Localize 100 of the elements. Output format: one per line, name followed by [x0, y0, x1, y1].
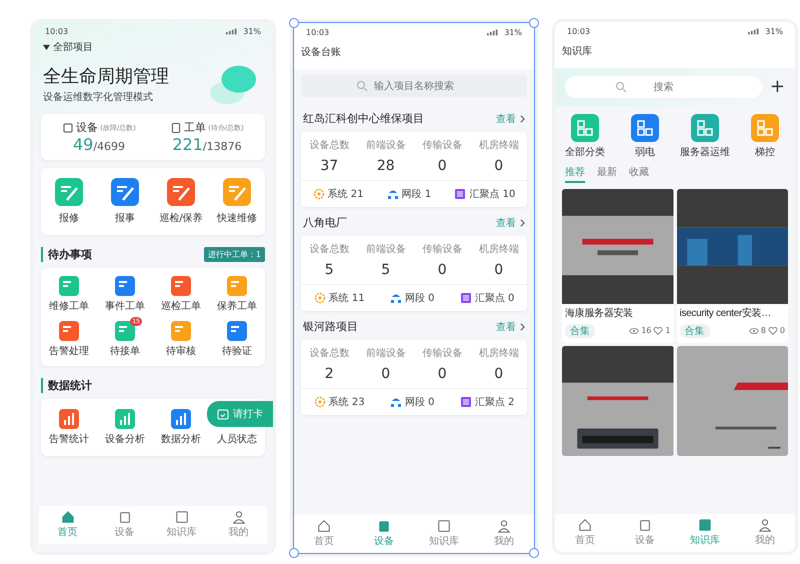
- resize-handle[interactable]: [529, 18, 539, 28]
- network-icon: [390, 396, 402, 408]
- stats-item[interactable]: 人员状态: [217, 432, 257, 446]
- section-title: 数据统计: [48, 378, 92, 393]
- search-icon: [615, 81, 627, 93]
- task-item[interactable]: 保养工单: [217, 299, 257, 313]
- resize-handle[interactable]: [289, 548, 299, 558]
- summary-text: 系统 23: [328, 396, 365, 409]
- tab-item[interactable]: 我的: [735, 518, 795, 547]
- stat-value: 5: [324, 262, 334, 278]
- tab-item[interactable]: 首页: [294, 519, 354, 548]
- gear-icon: [314, 396, 326, 408]
- stat-value: 221/13876: [172, 135, 242, 154]
- task-item[interactable]: 待接单: [110, 344, 140, 358]
- home-icon: [60, 510, 74, 524]
- project-name: 红岛汇科创中心维保项目: [303, 111, 424, 126]
- status-time: 10:03: [306, 28, 330, 37]
- category-item[interactable]: 全部分类: [565, 145, 605, 159]
- tab-item[interactable]: 知识库: [414, 519, 474, 548]
- quick-action[interactable]: 巡检/保养: [159, 211, 203, 225]
- stat-label: 设备: [76, 120, 98, 135]
- search-field[interactable]: 输入项目名称搜索: [301, 75, 527, 97]
- search-field[interactable]: 搜索: [565, 76, 762, 98]
- filter-tab[interactable]: 收藏: [629, 165, 649, 183]
- like-count: 0: [780, 326, 785, 335]
- stats-item[interactable]: 告警统计: [49, 432, 89, 446]
- box-icon: [377, 519, 391, 533]
- stats-item[interactable]: 数据分析: [161, 432, 201, 446]
- stat-value: 0: [438, 158, 447, 174]
- task-item[interactable]: 告警处理: [49, 344, 89, 358]
- person-icon: [497, 519, 511, 533]
- person-icon: [758, 518, 772, 532]
- stat-label: 设备总数: [309, 138, 350, 152]
- box-icon: [118, 510, 132, 524]
- chevron-icon: [520, 114, 525, 122]
- tab-item[interactable]: 知识库: [153, 510, 210, 539]
- gear-icon: [314, 292, 326, 304]
- article-title: 海康服务器安装: [565, 308, 634, 320]
- stat-value: 0: [381, 366, 390, 382]
- project-name: 银河路项目: [303, 319, 358, 334]
- article-card[interactable]: 海康服务器安装 合集 16 1: [562, 189, 674, 342]
- task-item[interactable]: 事件工单: [105, 299, 145, 313]
- stat-label: 机房终端: [478, 346, 519, 360]
- stat-value: 0: [494, 158, 504, 174]
- task-item[interactable]: 巡检工单: [161, 299, 201, 313]
- stat-value: 0: [438, 262, 447, 278]
- add-button[interactable]: +: [770, 78, 785, 96]
- quick-action[interactable]: 快速维修: [217, 211, 257, 225]
- category-item[interactable]: 梯控: [755, 145, 775, 159]
- task-item[interactable]: 待验证: [222, 344, 252, 358]
- tab-item[interactable]: 设备: [615, 518, 675, 547]
- stat-value: 49/4699: [72, 135, 126, 154]
- stat-value: 0: [438, 366, 447, 382]
- summary-text: 网段 0: [404, 396, 434, 409]
- tab-item[interactable]: 我的: [210, 510, 267, 539]
- summary-text: 系统 21: [328, 188, 364, 201]
- eye-icon: [629, 326, 640, 336]
- tab-item[interactable]: 首页: [555, 518, 615, 547]
- project-selector[interactable]: 全部项目: [53, 40, 93, 54]
- category-item[interactable]: 弱电: [635, 145, 655, 159]
- stat-label: 机房终端: [478, 138, 519, 152]
- stat-label: 传输设备: [422, 139, 462, 152]
- eye-icon: [748, 326, 759, 336]
- stat-label: 设备总数: [309, 346, 350, 360]
- battery-level: 31%: [243, 27, 261, 36]
- stat-value: 5: [381, 262, 390, 278]
- list-icon: [460, 396, 472, 408]
- stat-value: 0: [494, 366, 504, 382]
- status-time: 10:03: [45, 27, 68, 36]
- chevron-icon: [520, 218, 525, 226]
- gear-icon: [312, 188, 325, 200]
- quick-action[interactable]: 报修: [59, 211, 79, 225]
- battery-level: 31%: [504, 28, 522, 37]
- task-item[interactable]: 待审核: [166, 344, 196, 358]
- summary-text: 汇聚点 2: [474, 396, 514, 409]
- filter-tab[interactable]: 最新: [597, 165, 617, 183]
- tab-item[interactable]: 我的: [474, 519, 534, 548]
- status-badge: 进行中工单：1: [204, 247, 265, 262]
- article-card[interactable]: isecurity center安装… 合集 8 0: [676, 189, 788, 342]
- tab-item[interactable]: 设备: [96, 510, 153, 539]
- page-title: 知识库: [555, 38, 795, 68]
- stat-label: 传输设备: [422, 347, 462, 360]
- category-item[interactable]: 服务器运维: [680, 145, 730, 159]
- stat-label: 设备总数: [309, 242, 350, 256]
- summary-text: 系统 11: [328, 292, 365, 305]
- clipboard-icon: [170, 122, 182, 134]
- article-title: isecurity center安装…: [680, 308, 772, 320]
- stat-label: 前端设备: [366, 138, 406, 152]
- quick-action[interactable]: 报事: [115, 211, 135, 225]
- summary-text: 汇聚点 0: [474, 292, 514, 305]
- person-icon: [232, 510, 246, 524]
- stats-item[interactable]: 设备分析: [105, 432, 145, 446]
- task-item[interactable]: 维修工单: [49, 299, 89, 313]
- page-title: 设备台账: [294, 39, 534, 69]
- tag: 合集: [565, 324, 595, 338]
- resize-handle[interactable]: [289, 18, 299, 28]
- stat-label: 前端设备: [366, 242, 406, 256]
- chevron-icon: [520, 322, 525, 330]
- tag: 合集: [680, 324, 710, 338]
- resize-handle[interactable]: [529, 548, 539, 558]
